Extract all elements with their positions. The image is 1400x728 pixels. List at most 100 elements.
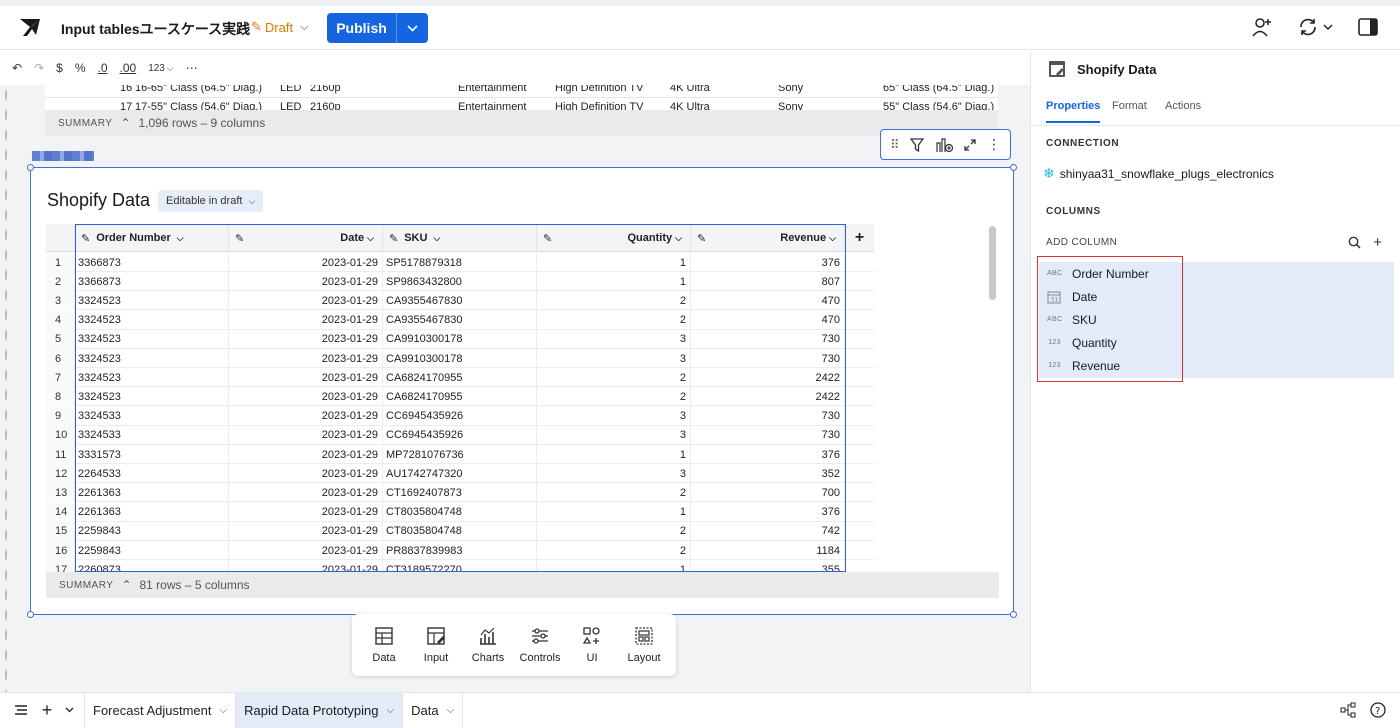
increase-decimals-button[interactable]: .00 xyxy=(120,61,137,75)
chevron-down-icon[interactable]: ⌵ xyxy=(675,233,682,243)
drag-handle-icon[interactable]: ⠿ xyxy=(890,137,900,153)
add-column-button[interactable]: + xyxy=(845,224,874,252)
resize-handle[interactable] xyxy=(1010,611,1017,618)
cell-order-number[interactable]: 2260873 xyxy=(75,560,229,572)
cell-revenue[interactable]: 730 xyxy=(691,406,845,426)
add-column-label[interactable]: ADD COLUMN xyxy=(1046,237,1117,248)
sigma-logo-icon[interactable] xyxy=(18,15,42,39)
cell-quantity[interactable]: 1 xyxy=(537,272,691,292)
currency-format-button[interactable]: $ xyxy=(56,61,63,75)
cell-sku[interactable]: SP5178879318 xyxy=(383,253,537,272)
cell-order-number[interactable]: 3366873 xyxy=(75,272,229,292)
cell-order-number[interactable]: 3324523 xyxy=(75,387,229,407)
chevron-down-icon[interactable]: ⌵ xyxy=(220,705,228,716)
cell-quantity[interactable]: 3 xyxy=(537,349,691,368)
cell-date[interactable]: 2023-01-29 xyxy=(229,445,383,464)
cell-revenue[interactable]: 2422 xyxy=(691,387,845,407)
search-icon[interactable] xyxy=(1348,236,1361,249)
cell-sku[interactable]: CT8035804748 xyxy=(383,521,537,541)
cell-order-number[interactable]: 2259843 xyxy=(75,541,229,560)
cell-quantity[interactable]: 1 xyxy=(537,253,691,272)
chevron-down-icon[interactable]: ⌵ xyxy=(367,233,374,243)
tab-format[interactable]: Format xyxy=(1112,100,1147,112)
undo-icon[interactable]: ↶ xyxy=(12,61,22,75)
tab-properties[interactable]: Properties xyxy=(1046,100,1101,123)
add-charts-button[interactable]: Charts xyxy=(463,626,513,664)
summary-bar[interactable]: SUMMARY ⌃ 81 rows – 5 columns xyxy=(46,572,999,598)
cell-date[interactable]: 2023-01-29 xyxy=(229,272,383,292)
cell-order-number[interactable]: 3324533 xyxy=(75,425,229,445)
resize-handle[interactable] xyxy=(27,611,34,618)
cell-quantity[interactable]: 2 xyxy=(537,368,691,388)
cell-date[interactable]: 2023-01-29 xyxy=(229,387,383,407)
cell-order-number[interactable]: 3331573 xyxy=(75,445,229,464)
cell-sku[interactable]: CC6945435926 xyxy=(383,425,537,445)
cell-order-number[interactable]: 3324523 xyxy=(75,329,229,349)
cell-sku[interactable]: CA9355467830 xyxy=(383,310,537,330)
upper-summary-bar[interactable]: SUMMARY ⌃ 1,096 rows – 9 columns xyxy=(45,110,998,136)
cell-order-number[interactable]: 3324523 xyxy=(75,349,229,368)
cell-order-number[interactable]: 2259843 xyxy=(75,521,229,541)
panel-toggle-icon[interactable] xyxy=(1356,15,1380,39)
chevron-down-icon[interactable]: ⌵ xyxy=(387,705,395,716)
more-icon[interactable]: ⋯ xyxy=(186,61,198,75)
chevron-down-icon[interactable] xyxy=(60,693,78,728)
add-user-icon[interactable] xyxy=(1250,15,1274,39)
cell-order-number[interactable]: 2261363 xyxy=(75,483,229,503)
cell-sku[interactable]: MP7281076736 xyxy=(383,445,537,464)
cell-revenue[interactable]: 807 xyxy=(691,272,845,292)
chevron-down-icon[interactable]: ⌵ xyxy=(829,233,836,243)
cell-order-number[interactable]: 3366873 xyxy=(75,253,229,272)
cell-revenue[interactable]: 730 xyxy=(691,349,845,368)
shopify-data-element[interactable]: Shopify Data Editable in draft ⌵ ✎ Order… xyxy=(27,164,1017,618)
cell-revenue[interactable]: 742 xyxy=(691,521,845,541)
cell-date[interactable]: 2023-01-29 xyxy=(229,291,383,311)
decrease-decimals-button[interactable]: .0 xyxy=(97,61,107,75)
expand-icon[interactable] xyxy=(963,138,977,152)
cell-revenue[interactable]: 352 xyxy=(691,464,845,484)
column-header-date[interactable]: ✎ Date ⌵ xyxy=(229,224,383,252)
cell-revenue[interactable]: 376 xyxy=(691,502,845,522)
editable-badge[interactable]: Editable in draft ⌵ xyxy=(158,190,264,212)
cell-order-number[interactable]: 3324523 xyxy=(75,368,229,388)
column-header-revenue[interactable]: ✎ Revenue ⌵ xyxy=(691,224,845,252)
publish-dropdown-button[interactable] xyxy=(397,13,428,43)
document-title[interactable]: Input tablesユースケース実践 xyxy=(61,19,250,39)
cell-order-number[interactable]: 2261363 xyxy=(75,502,229,522)
cell-date[interactable]: 2023-01-29 xyxy=(229,425,383,445)
cell-revenue[interactable]: 470 xyxy=(691,310,845,330)
element-title[interactable]: Shopify Data xyxy=(47,190,150,211)
vertical-scrollbar[interactable] xyxy=(989,226,996,300)
cell-date[interactable]: 2023-01-29 xyxy=(229,560,383,572)
cell-sku[interactable]: CT8035804748 xyxy=(383,502,537,522)
column-item-order-number[interactable]: ABC Order Number xyxy=(1047,262,1149,285)
percent-format-button[interactable]: % xyxy=(75,61,86,75)
column-header-quantity[interactable]: ✎ Quantity ⌵ xyxy=(537,224,691,252)
chevron-down-icon[interactable]: ⌵ xyxy=(447,705,455,716)
cell-sku[interactable]: CA6824170955 xyxy=(383,368,537,388)
cell-sku[interactable]: CA9910300178 xyxy=(383,349,537,368)
cell-quantity[interactable]: 2 xyxy=(537,483,691,503)
cell-revenue[interactable]: 376 xyxy=(691,253,845,272)
cell-revenue[interactable]: 730 xyxy=(691,329,845,349)
cell-sku[interactable]: CA9355467830 xyxy=(383,291,537,311)
cell-quantity[interactable]: 1 xyxy=(537,445,691,464)
cell-order-number[interactable]: 3324523 xyxy=(75,291,229,311)
cell-date[interactable]: 2023-01-29 xyxy=(229,349,383,368)
add-page-button[interactable]: + xyxy=(34,693,60,728)
redo-icon[interactable]: ↷ xyxy=(34,61,44,75)
chevron-down-icon[interactable]: ⌵ xyxy=(177,233,184,244)
cell-quantity[interactable]: 1 xyxy=(537,560,691,572)
page-tab-rapid-data-prototyping[interactable]: Rapid Data Prototyping ⌵ xyxy=(236,692,404,728)
cell-date[interactable]: 2023-01-29 xyxy=(229,329,383,349)
cell-sku[interactable]: CT3189572270 xyxy=(383,560,537,572)
cell-quantity[interactable]: 2 xyxy=(537,310,691,330)
help-icon[interactable]: ? xyxy=(1370,702,1386,718)
refresh-icon[interactable] xyxy=(1294,15,1336,39)
cell-revenue[interactable]: 730 xyxy=(691,425,845,445)
connection-item[interactable]: ❄ shinyaa31_snowflake_plugs_electronics xyxy=(1043,165,1274,182)
publish-button[interactable]: Publish xyxy=(327,13,397,43)
cell-quantity[interactable]: 3 xyxy=(537,425,691,445)
cell-date[interactable]: 2023-01-29 xyxy=(229,368,383,388)
cell-revenue[interactable]: 470 xyxy=(691,291,845,311)
